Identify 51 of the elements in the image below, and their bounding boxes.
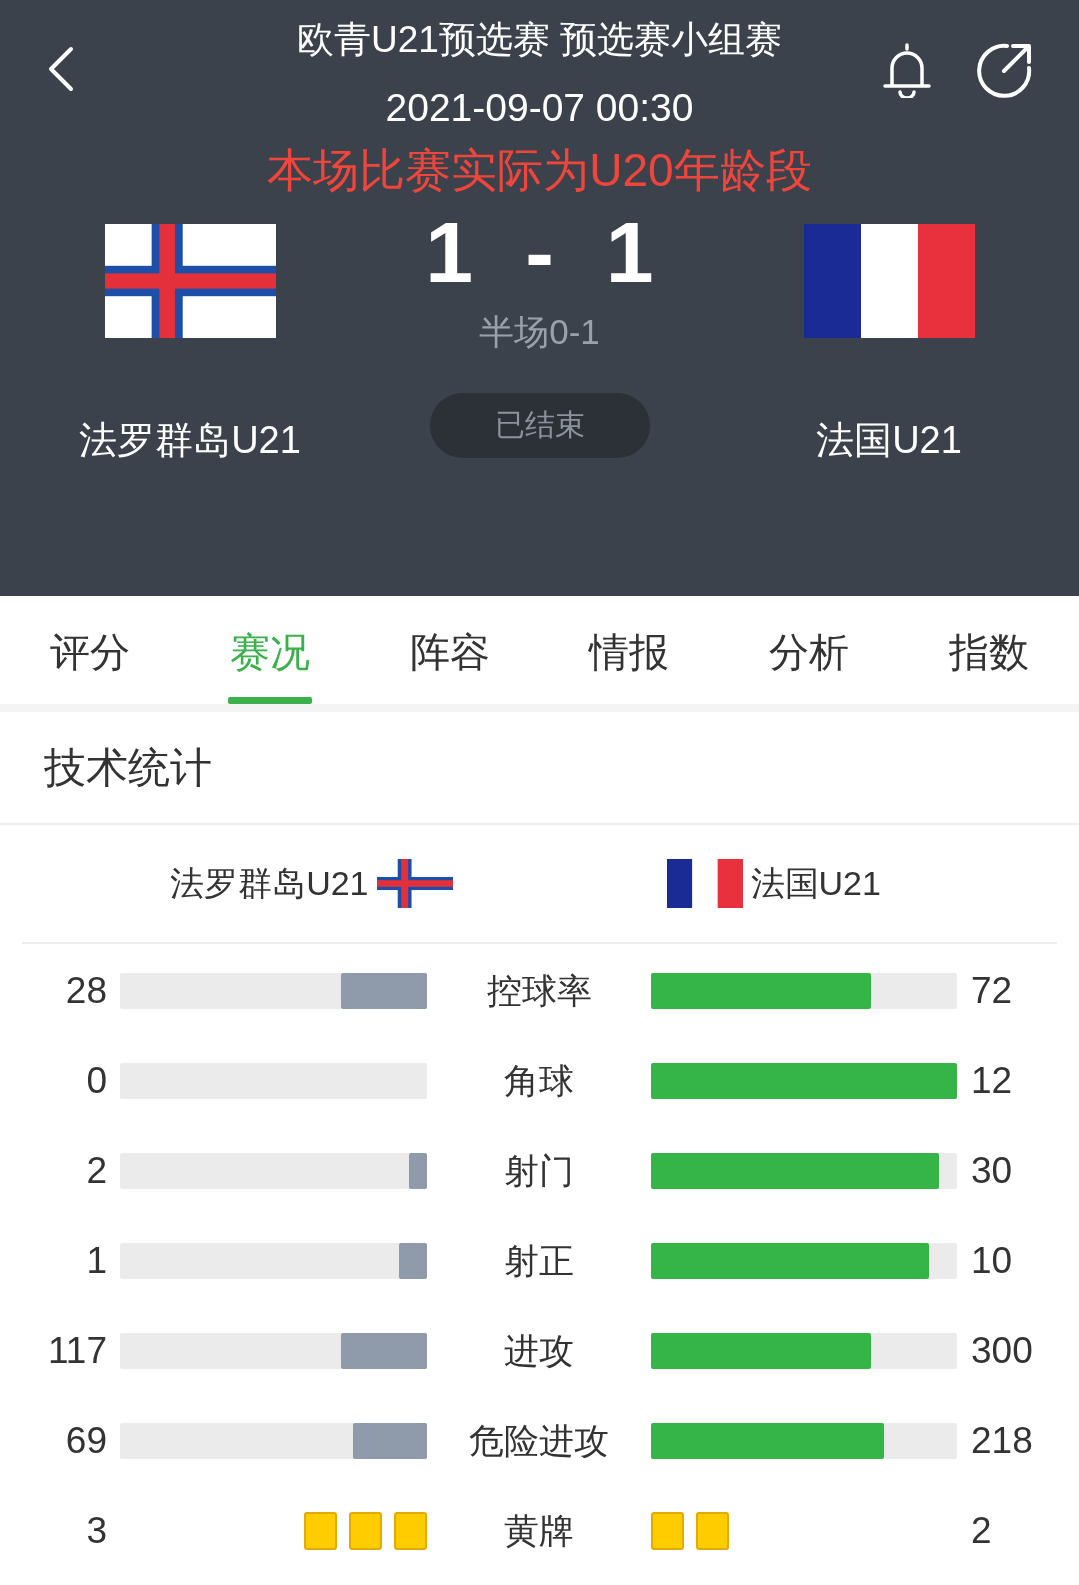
stat-value: 30 [971, 1150, 1013, 1192]
stat-label: 角球 [504, 1059, 574, 1102]
stat-value: 28 [65, 970, 107, 1012]
age-notice: 本场比赛实际为U20年龄段 [266, 144, 813, 196]
tab[interactable]: 评分 [0, 596, 180, 704]
stat-value: 2 [86, 1150, 107, 1192]
team-name: 法罗群岛U21 [79, 418, 301, 463]
tab[interactable]: 指数 [899, 596, 1079, 704]
away-score: 1 [605, 207, 654, 297]
stat-label: 黄牌 [504, 1509, 574, 1552]
card-icon [651, 1512, 684, 1550]
competition-title: 欧青U21预选赛 预选赛小组赛 [296, 18, 783, 62]
tab[interactable]: 阵容 [359, 596, 540, 704]
tricolor-flag-icon [666, 859, 743, 908]
card-icon [304, 1512, 337, 1550]
stat-value: 10 [971, 1240, 1013, 1282]
team-name: 法国U21 [750, 862, 881, 904]
team-name: 法国U21 [816, 418, 962, 463]
stat-value: 1 [86, 1240, 107, 1282]
bell-icon[interactable] [881, 42, 933, 98]
card-icon [696, 1512, 729, 1550]
tab[interactable]: 情报 [539, 596, 720, 704]
score-separator: - [525, 207, 554, 297]
card-icon [349, 1512, 382, 1550]
nordic-cross-flag-icon [104, 224, 276, 338]
stat-value: 69 [65, 1420, 107, 1462]
section-title: 技术统计 [44, 742, 212, 793]
stat-value: 2 [971, 1510, 992, 1552]
stat-label: 控球率 [486, 969, 592, 1012]
half-time-score: 半场0-1 [479, 312, 600, 352]
stat-label: 危险进攻 [469, 1419, 609, 1462]
stat-value: 72 [971, 970, 1013, 1012]
stat-label: 射门 [504, 1149, 574, 1192]
chevron-left-icon[interactable] [48, 46, 74, 92]
stat-label: 射正 [504, 1239, 574, 1282]
stat-label: 进攻 [504, 1329, 574, 1372]
tricolor-flag-icon [803, 224, 975, 338]
team-name: 法罗群岛U21 [170, 862, 369, 904]
stat-value: 300 [971, 1330, 1033, 1372]
home-score: 1 [425, 207, 474, 297]
stat-value: 117 [48, 1330, 107, 1372]
stat-value: 12 [971, 1060, 1013, 1102]
stat-value: 3 [86, 1510, 107, 1552]
match-status-badge: 已结束 [429, 393, 650, 458]
stat-value: 0 [86, 1060, 107, 1102]
kickoff-time: 2021-09-07 00:30 [385, 86, 694, 130]
share-icon[interactable] [977, 42, 1033, 98]
stat-value: 218 [971, 1420, 1033, 1462]
nordic-cross-flag-icon [376, 859, 453, 908]
card-icon [394, 1512, 427, 1550]
tab[interactable]: 分析 [719, 596, 900, 704]
